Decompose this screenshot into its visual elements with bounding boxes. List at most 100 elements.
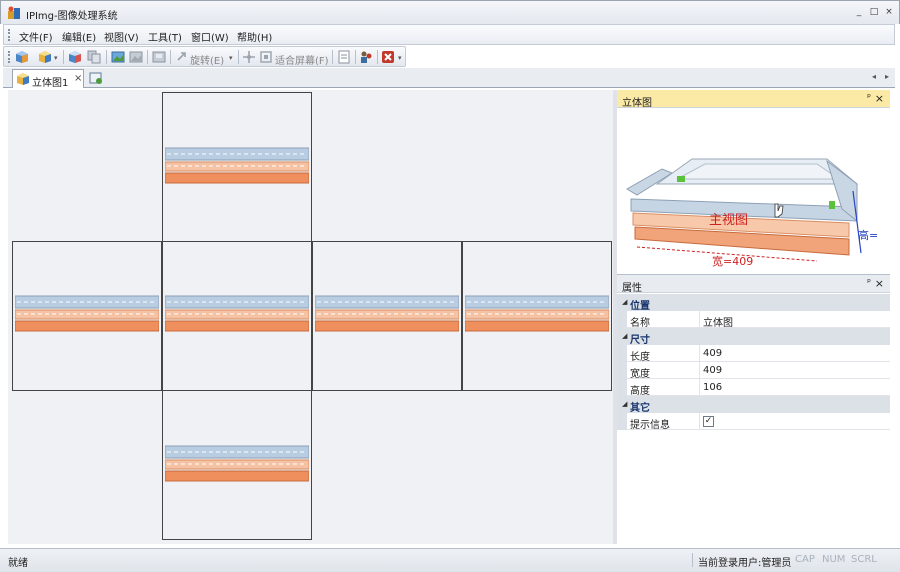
- property-row-width[interactable]: 宽度 409: [617, 362, 890, 380]
- column-divider[interactable]: [699, 362, 700, 379]
- category-position[interactable]: ◢ 位置: [617, 294, 890, 312]
- app-logo-icon: [8, 6, 20, 19]
- menu-tools[interactable]: 工具(T): [148, 29, 182, 44]
- column-divider[interactable]: [699, 311, 700, 328]
- fit-screen-label[interactable]: 适合屏幕(F): [275, 52, 329, 67]
- properties-panel-title: 属性: [622, 283, 642, 294]
- tab-scroll-right-button[interactable]: ▸: [885, 72, 889, 81]
- toolbar-separator: [63, 50, 64, 64]
- rotate-icon[interactable]: [175, 50, 189, 64]
- rotate-label[interactable]: 旋转(E): [190, 52, 224, 67]
- row-gutter: [617, 345, 627, 362]
- image-save-icon[interactable]: [152, 50, 166, 64]
- row-gutter: [617, 362, 627, 379]
- properties-panel-header: 属性 ᵖ ×: [617, 275, 890, 294]
- net-face-top[interactable]: [162, 92, 312, 242]
- pin-icon[interactable]: ᵖ: [867, 278, 871, 288]
- menu-view[interactable]: 视图(V): [104, 29, 139, 44]
- open-cube-icon[interactable]: [15, 50, 29, 64]
- net-face-left[interactable]: [12, 241, 162, 391]
- toolbar-separator: [106, 50, 107, 64]
- cube-icon: [17, 73, 29, 85]
- net-face-right[interactable]: [312, 241, 462, 391]
- column-divider[interactable]: [699, 379, 700, 396]
- menu-file[interactable]: 文件(F): [19, 29, 53, 44]
- category-other[interactable]: ◢ 其它: [617, 396, 890, 414]
- toolbar-separator: [170, 50, 171, 64]
- net-face-front[interactable]: [162, 241, 312, 391]
- cube-net-canvas[interactable]: [8, 90, 613, 544]
- move-icon[interactable]: [242, 50, 256, 64]
- new-dropdown-arrow[interactable]: ▾: [54, 54, 58, 62]
- tab-label: 立体图1: [32, 78, 69, 89]
- row-gutter: [617, 311, 627, 328]
- toolbar-separator: [238, 50, 239, 64]
- status-scrl-indicator: SCRL: [851, 554, 877, 565]
- property-value[interactable]: 409: [703, 348, 722, 359]
- net-face-bottom[interactable]: [162, 390, 312, 540]
- net-face-back[interactable]: [462, 241, 612, 391]
- copy-icon[interactable]: [87, 50, 101, 64]
- fit-screen-icon[interactable]: [259, 50, 273, 64]
- close-window-button[interactable]: ×: [884, 7, 894, 17]
- image-add-icon[interactable]: [111, 50, 125, 64]
- menu-window[interactable]: 窗口(W): [191, 29, 229, 44]
- property-value[interactable]: 立体图: [703, 314, 733, 329]
- close-red-icon[interactable]: [381, 50, 395, 64]
- preview-panel-title: 立体图: [622, 98, 652, 109]
- column-divider[interactable]: [699, 345, 700, 362]
- property-name: 宽度: [630, 369, 650, 380]
- new-cube-icon[interactable]: [38, 50, 52, 64]
- collapse-arrow-icon[interactable]: ◢: [622, 332, 627, 340]
- tooltip-checkbox[interactable]: ✓: [703, 416, 714, 427]
- 3d-preview-view[interactable]: 主视图 宽=409 高=: [617, 109, 890, 269]
- pin-icon[interactable]: ᵖ: [867, 93, 871, 103]
- tab-close-button[interactable]: ×: [74, 73, 82, 84]
- tab-stereo-view-1[interactable]: 立体图1 ×: [12, 69, 84, 89]
- category-size[interactable]: ◢ 尺寸: [617, 328, 890, 346]
- preview-panel: 立体图 ᵖ × 主视图 宽=409 高=: [617, 90, 890, 272]
- users-icon[interactable]: [359, 50, 373, 64]
- property-row-tooltip[interactable]: 提示信息 ✓: [617, 413, 890, 431]
- window-title: IPImg-图像处理系统: [26, 11, 118, 22]
- property-row-length[interactable]: 长度 409: [617, 345, 890, 363]
- toolbar-separator: [332, 50, 333, 64]
- new-tab-icon[interactable]: [89, 71, 103, 85]
- toolbar-overflow-arrow[interactable]: ▾: [398, 54, 402, 62]
- maximize-button[interactable]: □: [869, 7, 879, 17]
- cube-view-icon[interactable]: [68, 50, 82, 64]
- row-gutter: [617, 413, 627, 430]
- toolbar-grip[interactable]: [8, 51, 10, 63]
- category-label: 位置: [630, 301, 650, 312]
- property-name: 提示信息: [630, 420, 670, 431]
- preview-panel-header: 立体图 ᵖ ×: [617, 90, 890, 109]
- property-row-name[interactable]: 名称 立体图: [617, 311, 890, 329]
- slab-image: [165, 295, 309, 332]
- property-value[interactable]: 409: [703, 365, 722, 376]
- preview-close-button[interactable]: ×: [875, 92, 884, 105]
- menu-edit[interactable]: 编辑(E): [62, 29, 96, 44]
- width-dimension-label: 宽=409: [712, 254, 753, 268]
- title-bar: IPImg-图像处理系统 _ □ ×: [0, 0, 900, 24]
- status-num-indicator: NUM: [822, 554, 846, 565]
- slab-image: [15, 295, 159, 332]
- menu-help[interactable]: 帮助(H): [237, 29, 272, 44]
- collapse-arrow-icon[interactable]: ◢: [622, 400, 627, 408]
- slab-image: [315, 295, 459, 332]
- minimize-button[interactable]: _: [854, 7, 864, 17]
- slab-image: [465, 295, 609, 332]
- properties-close-button[interactable]: ×: [875, 277, 884, 290]
- collapse-arrow-icon[interactable]: ◢: [622, 298, 627, 306]
- tab-scroll-left-button[interactable]: ◂: [872, 72, 876, 81]
- rotate-dropdown-arrow[interactable]: ▾: [229, 54, 233, 62]
- property-row-height[interactable]: 高度 106: [617, 379, 890, 397]
- menu-grip[interactable]: [8, 29, 10, 41]
- image-icon[interactable]: [129, 50, 143, 64]
- row-gutter: [617, 379, 627, 396]
- toolbar-separator: [147, 50, 148, 64]
- toolbar-separator: [377, 50, 378, 64]
- column-divider[interactable]: [699, 413, 700, 430]
- property-value[interactable]: 106: [703, 382, 722, 393]
- document-icon[interactable]: [337, 50, 351, 64]
- property-name: 长度: [630, 352, 650, 363]
